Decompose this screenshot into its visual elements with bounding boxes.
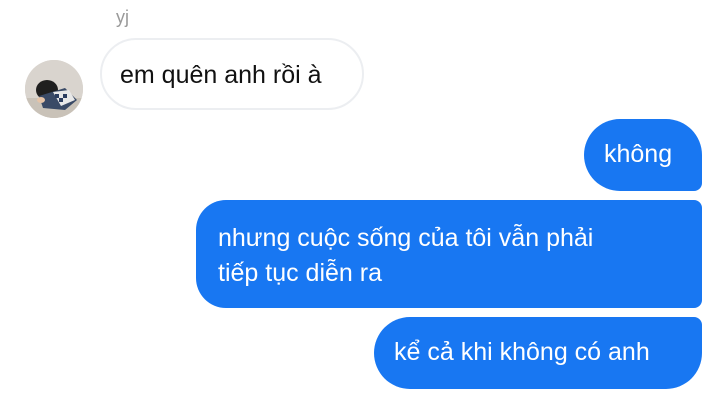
avatar-photo-icon bbox=[25, 60, 83, 118]
chat-thread: yj em quên anh rồi à không nhưng cuộc số… bbox=[0, 0, 720, 400]
message-text: nhưng cuộc sống của tôi vẫn phải bbox=[218, 224, 594, 252]
message-bubble-outgoing[interactable]: không bbox=[584, 119, 702, 191]
message-bubble-incoming[interactable]: em quên anh rồi à bbox=[100, 38, 364, 110]
message-text: kể cả khi không có anh bbox=[394, 338, 650, 366]
contact-avatar-icon[interactable] bbox=[25, 60, 83, 118]
sender-name: yj bbox=[116, 7, 129, 27]
message-bubble-outgoing[interactable]: nhưng cuộc sống của tôi vẫn phải tiếp tụ… bbox=[196, 200, 702, 308]
message-text: tiếp tục diễn ra bbox=[218, 259, 382, 287]
message-text: em quên anh rồi à bbox=[120, 61, 322, 89]
message-bubble-outgoing[interactable]: kể cả khi không có anh bbox=[374, 317, 702, 389]
message-text: không bbox=[604, 140, 673, 168]
